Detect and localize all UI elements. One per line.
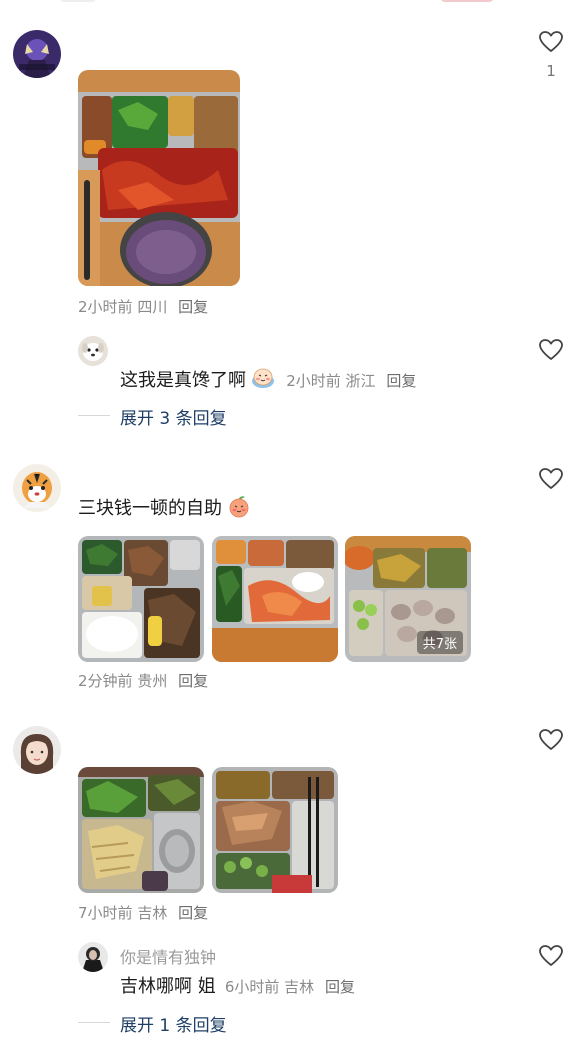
expand-divider: [78, 415, 110, 416]
avatar-comment-3[interactable]: [13, 726, 61, 774]
blushing-emoji-icon: [252, 368, 275, 388]
reply-row: 这我是真馋了啊 2小时前 浙江 回复: [120, 366, 416, 392]
peach-emoji-icon: [229, 496, 249, 518]
reply-location: 浙江: [345, 372, 376, 390]
reply-username[interactable]: 你是情有独钟: [120, 944, 216, 968]
top-edge-fragment: [60, 0, 96, 2]
comment-image[interactable]: [212, 536, 338, 662]
reply-row: 吉林哪啊 姐 6小时前 吉林 回复: [120, 972, 355, 998]
comment-time: 2小时前: [78, 298, 133, 316]
image-count-badge: 共7张: [416, 631, 463, 654]
reply-text: 这我是真馋了啊: [120, 370, 246, 391]
like-button-comment-1[interactable]: [538, 30, 564, 58]
reply-text: 吉林哪啊 姐: [120, 976, 216, 997]
comment-meta: 2小时前 四川 回复: [78, 296, 208, 317]
expand-divider: [78, 1022, 110, 1023]
comment-image[interactable]: 共7张: [345, 536, 471, 662]
comment-location: 四川: [137, 298, 168, 316]
reply-time: 6小时前: [224, 978, 280, 996]
comment-text: 三块钱一顿的自助: [78, 498, 222, 519]
like-button-reply-3[interactable]: [538, 944, 564, 972]
avatar-comment-1[interactable]: [13, 30, 61, 78]
reply-meta: 2小时前 浙江 回复: [286, 372, 416, 390]
reply-button[interactable]: 回复: [178, 904, 208, 922]
reply-button[interactable]: 回复: [325, 978, 355, 996]
heart-icon: [539, 729, 563, 750]
comment-image[interactable]: [212, 767, 338, 893]
reply-location: 吉林: [284, 978, 315, 996]
like-button-reply-1[interactable]: [538, 338, 564, 366]
comment-location: 吉林: [137, 904, 168, 922]
avatar-reply-1[interactable]: [78, 336, 108, 366]
reply-time: 2小时前: [286, 372, 341, 390]
expand-replies-button[interactable]: 展开 1 条回复: [120, 1011, 227, 1036]
avatar-reply-3[interactable]: [78, 942, 108, 972]
heart-icon: [539, 339, 563, 360]
comment-text-row: 三块钱一顿的自助: [78, 494, 251, 520]
like-count: 1: [546, 62, 556, 80]
avatar-comment-2[interactable]: [13, 464, 61, 512]
heart-icon: [539, 468, 563, 489]
comment-image[interactable]: [78, 536, 204, 662]
comment-time: 2分钟前: [78, 672, 133, 690]
top-edge-fragment-pink: [440, 0, 494, 2]
comment-time: 7小时前: [78, 904, 133, 922]
comment-meta: 7小时前 吉林 回复: [78, 902, 208, 923]
comment-image[interactable]: [78, 70, 240, 286]
like-button-comment-2[interactable]: [538, 467, 564, 495]
comment-image[interactable]: [78, 767, 204, 893]
reply-button[interactable]: 回复: [178, 298, 208, 316]
reply-button[interactable]: 回复: [386, 372, 416, 390]
reply-button[interactable]: 回复: [178, 672, 208, 690]
comment-meta: 2分钟前 贵州 回复: [78, 670, 208, 691]
expand-replies-button[interactable]: 展开 3 条回复: [120, 404, 227, 429]
heart-icon: [539, 31, 563, 52]
reply-meta: 6小时前 吉林 回复: [225, 978, 355, 996]
like-button-comment-3[interactable]: [538, 728, 564, 756]
heart-icon: [539, 945, 563, 966]
comment-location: 贵州: [137, 672, 168, 690]
